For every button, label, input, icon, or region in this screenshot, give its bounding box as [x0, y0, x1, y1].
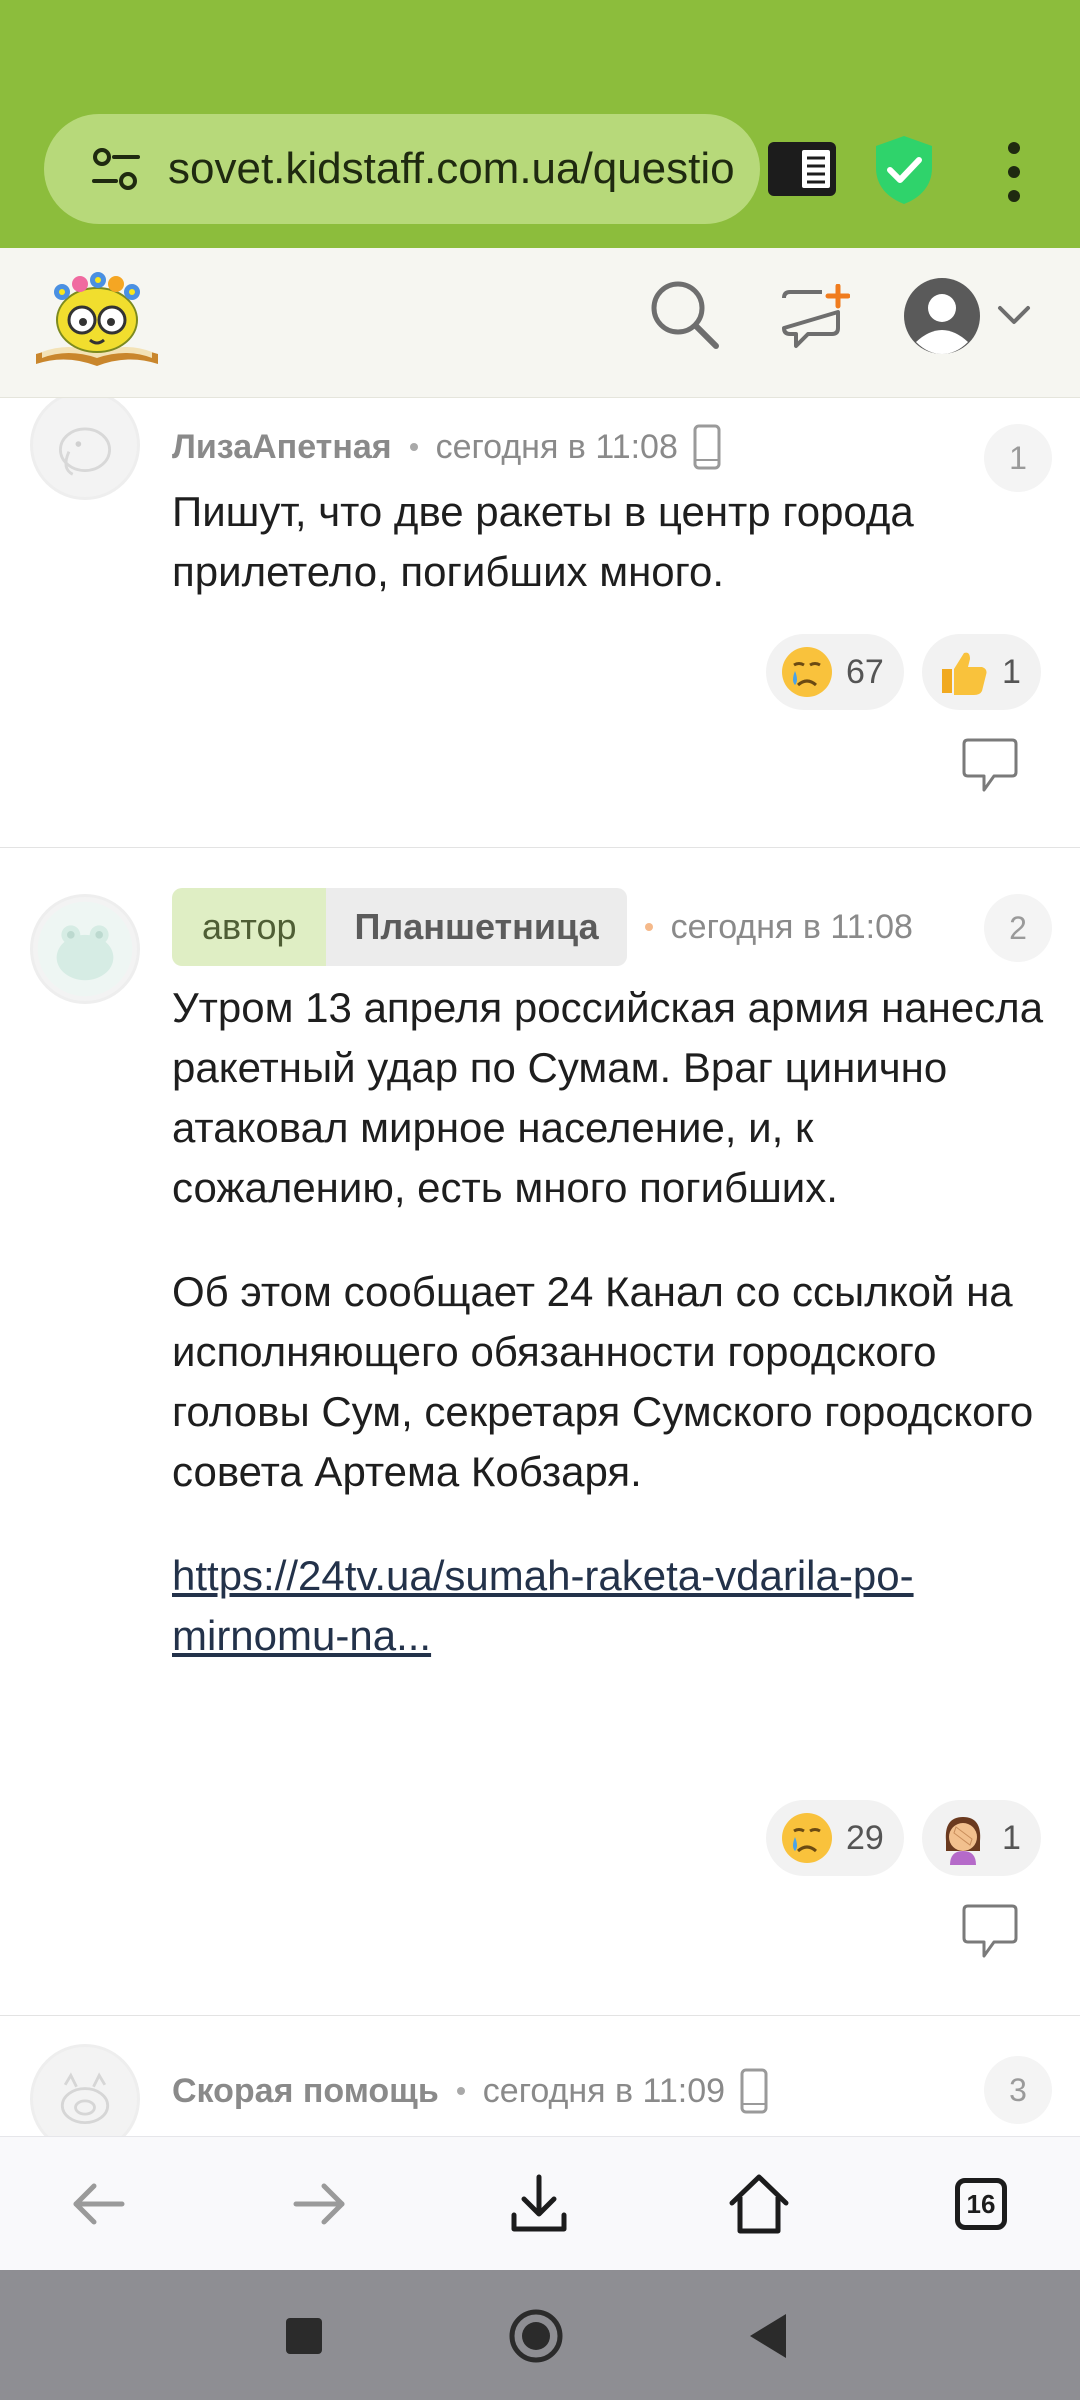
article-link[interactable]: https://24tv.ua/sumah-raketa-vdarila-po-… — [172, 1552, 914, 1659]
comment-meta: Скорая помощь сегодня в 11:09 — [172, 2068, 769, 2114]
reaction-crying[interactable]: 67 — [766, 634, 904, 710]
comment-meta: ЛизаАпетная сегодня в 11:08 — [172, 424, 722, 470]
comment-item: ЛизаАпетная сегодня в 11:08 1 Пишут, что… — [0, 398, 1080, 848]
comment-item: автор Планшетница сегодня в 11:08 2 Утро… — [0, 848, 1080, 2016]
comment-meta: автор Планшетница сегодня в 11:08 — [172, 888, 913, 966]
new-question-icon[interactable] — [778, 284, 850, 352]
avatar-elephant-icon — [37, 398, 133, 493]
reply-icon[interactable] — [960, 738, 1020, 794]
avatar-frog-icon — [37, 901, 133, 997]
reaction-count: 1 — [1002, 1818, 1021, 1857]
site-header — [0, 248, 1080, 398]
comments-list: ЛизаАпетная сегодня в 11:08 1 Пишут, что… — [0, 398, 1080, 2136]
site-settings-icon[interactable] — [86, 139, 146, 199]
comment-time: сегодня в 11:09 — [482, 2071, 726, 2110]
reader-mode-icon[interactable] — [766, 140, 838, 198]
separator-dot — [409, 443, 418, 451]
tabs-count: 16 — [966, 2188, 996, 2219]
comment-author[interactable]: ЛизаАпетная — [172, 428, 392, 467]
browser-toolbar: sovet.kidstaff.com.ua/questio — [0, 0, 1080, 248]
back-triangle-icon[interactable] — [740, 2306, 800, 2366]
comment-paragraph: Об этом сообщает 24 Канал со ссылкой на … — [172, 1268, 1034, 1495]
home-circle-icon[interactable] — [506, 2306, 566, 2366]
mobile-device-icon — [693, 424, 721, 470]
link-line: mirnomu-na... — [172, 1612, 432, 1659]
tabs-icon: 16 — [955, 2178, 1007, 2230]
user-avatar-icon[interactable] — [902, 276, 982, 356]
author-tag: автор — [172, 888, 327, 966]
crying-face-icon — [782, 1813, 832, 1863]
home-icon[interactable] — [724, 2169, 794, 2239]
woman-facepalming-icon — [945, 1817, 981, 1865]
reaction-facepalm[interactable]: 1 — [922, 1800, 1041, 1876]
separator-dot — [644, 923, 653, 931]
more-options-icon[interactable] — [1000, 140, 1028, 204]
avatar[interactable] — [30, 2044, 140, 2136]
recents-square-icon[interactable] — [274, 2306, 334, 2366]
mobile-device-icon — [740, 2068, 768, 2114]
comment-text: Пишут, что две ракеты в центр города при… — [172, 488, 914, 595]
kidstaff-logo-icon[interactable] — [32, 262, 162, 372]
crying-face-icon — [782, 647, 832, 697]
browser-bottom-bar: 16 — [0, 2136, 1080, 2270]
shield-check-icon[interactable] — [872, 134, 936, 206]
reaction-thumbs-up[interactable]: 1 — [922, 634, 1041, 710]
reaction-count: 29 — [846, 1818, 884, 1857]
comment-number[interactable]: 3 — [984, 2056, 1052, 2124]
comment-time: сегодня в 11:08 — [670, 907, 913, 946]
avatar[interactable] — [30, 398, 140, 500]
reply-icon[interactable] — [960, 1904, 1020, 1960]
tabs-counter-button[interactable]: 16 — [946, 2169, 1016, 2239]
reaction-count: 1 — [1002, 652, 1021, 691]
chevron-down-icon[interactable] — [994, 302, 1034, 330]
reaction-crying[interactable]: 29 — [766, 1800, 904, 1876]
system-navigation-bar — [0, 2270, 1080, 2400]
avatar[interactable] — [30, 894, 140, 1004]
comment-link-wrap: https://24tv.ua/sumah-raketa-vdarila-po-… — [172, 1546, 1052, 1666]
comment-time: сегодня в 11:08 — [435, 427, 678, 466]
thumbs-up-icon — [942, 652, 987, 695]
author-badge[interactable]: автор Планшетница — [172, 888, 627, 966]
comment-item: Скорая помощь сегодня в 11:09 3 — [0, 2016, 1080, 2136]
search-icon[interactable] — [648, 278, 720, 350]
comment-paragraph: Утром 13 апреля российская армия нанесла… — [172, 984, 1044, 1211]
link-line: https://24tv.ua/sumah-raketa-vdarila-po- — [172, 1552, 914, 1599]
address-bar[interactable]: sovet.kidstaff.com.ua/questio — [44, 114, 760, 224]
back-arrow-icon[interactable] — [64, 2169, 134, 2239]
avatar-pig-icon — [37, 2051, 133, 2136]
separator-dot — [456, 2087, 465, 2095]
download-icon[interactable] — [504, 2169, 574, 2239]
comment-number[interactable]: 2 — [984, 894, 1052, 962]
comment-text: Утром 13 апреля российская армия нанесла… — [172, 978, 1052, 1666]
forward-arrow-icon[interactable] — [284, 2169, 354, 2239]
reaction-count: 67 — [846, 652, 884, 691]
comment-author[interactable]: Скорая помощь — [172, 2072, 439, 2111]
comment-author[interactable]: Планшетница — [326, 888, 627, 966]
url-text[interactable]: sovet.kidstaff.com.ua/questio — [168, 144, 735, 194]
